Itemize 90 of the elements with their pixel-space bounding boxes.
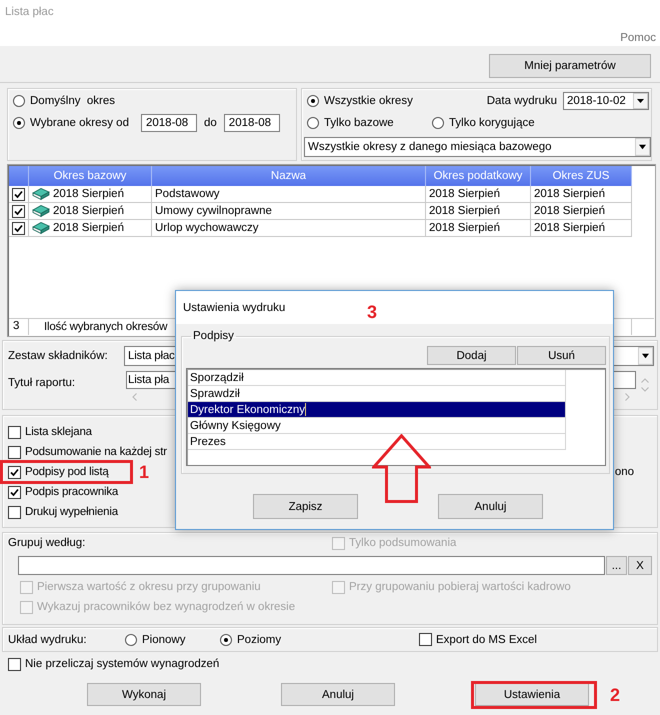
radio-label: Poziomy [237, 632, 282, 646]
action-button[interactable]: Ustawienia [475, 683, 589, 706]
dialog-button[interactable]: Zapisz [253, 494, 358, 519]
radio-label: Wszystkie okresy [324, 94, 413, 108]
chevron-down-icon [641, 387, 649, 392]
group-by-field[interactable] [18, 556, 605, 575]
less-parameters-button[interactable]: Mniej parametrów [489, 54, 651, 78]
radio-label: Pionowy [142, 632, 186, 646]
checkbox[interactable] [12, 222, 25, 234]
table-cell: 2018 Sierpień [531, 203, 632, 219]
checkbox[interactable] [419, 633, 432, 646]
chevron-right-icon [625, 393, 630, 401]
radio-button[interactable] [125, 634, 137, 646]
table-cell: 2018 Sierpień [531, 186, 632, 202]
help-menu[interactable]: Pomoc [620, 31, 656, 45]
window-title: Lista płac [5, 5, 54, 19]
dialog-button[interactable]: Anuluj [438, 494, 543, 519]
checkbox-label: Nie przeliczaj systemów wynagrodzeń [25, 657, 220, 671]
callout-number: 2 [610, 686, 620, 704]
remove-button[interactable]: Usuń [517, 346, 606, 365]
field-label: Zestaw składników: [8, 349, 108, 363]
caret-down-icon [633, 93, 648, 109]
table-cell: 2018 Sierpień [426, 203, 531, 219]
radio-button[interactable] [13, 117, 25, 129]
print-date-dropdown[interactable]: 2018-10-02 [563, 92, 649, 110]
dialog-title: Ustawienia wydruku [183, 300, 286, 314]
period-to-field[interactable]: 2018-08 [224, 114, 280, 132]
list-item[interactable]: Główny Księgowy [188, 418, 566, 434]
checkbox-label: Pierwsza wartość z okresu przy grupowaniu [37, 580, 261, 594]
checkbox-label: Podsumowanie na każdej str [25, 445, 167, 459]
book-icon [32, 204, 50, 218]
checkbox-label: Podpis pracownika [25, 485, 118, 499]
radio-label: Wybrane okresy od [30, 116, 129, 130]
checkbox[interactable] [8, 446, 21, 458]
table-cell: 3 [9, 319, 29, 335]
book-icon [32, 221, 50, 235]
radio-button[interactable] [307, 95, 319, 107]
clear-button[interactable]: X [628, 556, 652, 575]
callout-number: 1 [139, 463, 150, 481]
checkbox[interactable] [8, 658, 21, 670]
field-label: Tytuł raportu: [8, 376, 76, 390]
table-cell: 2018 Sierpień [53, 187, 124, 201]
radio-button[interactable] [220, 634, 232, 646]
table-cell: 2018 Sierpień [531, 220, 632, 236]
radio-button[interactable] [307, 117, 319, 129]
field-label: Grupuj według: [8, 536, 86, 550]
table-cell: Umowy cywilnoprawne [152, 203, 426, 219]
field-label: Data wydruku [486, 94, 557, 108]
table-cell: 2018 Sierpień [426, 186, 531, 202]
period-filter-dropdown[interactable]: Wszystkie okresy z danego miesiąca bazowego [304, 137, 651, 157]
list-item[interactable]: Prezes [188, 434, 566, 450]
checkbox[interactable] [12, 188, 25, 200]
field-label: Układ wydruku: [8, 632, 87, 646]
table-cell: 2018 Sierpień [426, 220, 531, 236]
table-cell: Ilość wybranych okresów [44, 320, 168, 334]
add-button[interactable]: Dodaj [427, 346, 516, 365]
field-label: do [204, 116, 217, 130]
checkbox[interactable] [8, 426, 21, 438]
callout-number: 3 [367, 303, 378, 321]
radio-button[interactable] [432, 117, 444, 129]
checkbox[interactable] [8, 486, 21, 498]
list-item[interactable]: Sporządził [188, 370, 566, 386]
list-item[interactable]: Dyrektor Ekonomiczny [188, 402, 566, 418]
table-cell: 2018 Sierpień [53, 221, 124, 235]
checkbox[interactable] [12, 204, 25, 218]
period-from-field[interactable]: 2018-08 [141, 114, 197, 132]
action-button[interactable]: Wykonaj [87, 683, 201, 706]
table-cell: Urlop wychowawczy [152, 220, 426, 236]
browse-button[interactable]: ... [606, 556, 627, 575]
checkbox-label: Lista sklejana [25, 425, 92, 439]
action-button[interactable]: Anuluj [281, 683, 395, 706]
checkbox-label: ono [614, 465, 634, 479]
checkbox-label: Przy grupowaniu pobieraj wartości kadrowo [349, 580, 571, 594]
radio-label: Domyślny okres [30, 94, 115, 108]
checkbox-label: Export do MS Excel [436, 632, 537, 646]
radio-label: Tylko bazowe [324, 116, 394, 130]
checkbox-label: Tylko podsumowania [349, 536, 456, 550]
table-cell: 2018 Sierpień [53, 204, 124, 218]
checkbox[interactable] [8, 506, 21, 518]
chevron-left-icon [132, 393, 137, 401]
group-title: Podpisy [192, 329, 235, 343]
checkbox-label: Podpisy pod listą [25, 465, 109, 479]
checkbox[interactable] [8, 466, 21, 478]
checkbox-label: Drukuj wypełnienia [25, 505, 118, 519]
chevron-up-icon [641, 378, 649, 383]
checkbox-label: Wykazuj pracowników bez wynagrodzeń w okresie [37, 600, 296, 614]
book-icon [32, 187, 50, 201]
radio-button[interactable] [13, 95, 25, 107]
table-cell: Podstawowy [152, 186, 426, 202]
radio-label: Tylko korygujące [449, 116, 535, 130]
